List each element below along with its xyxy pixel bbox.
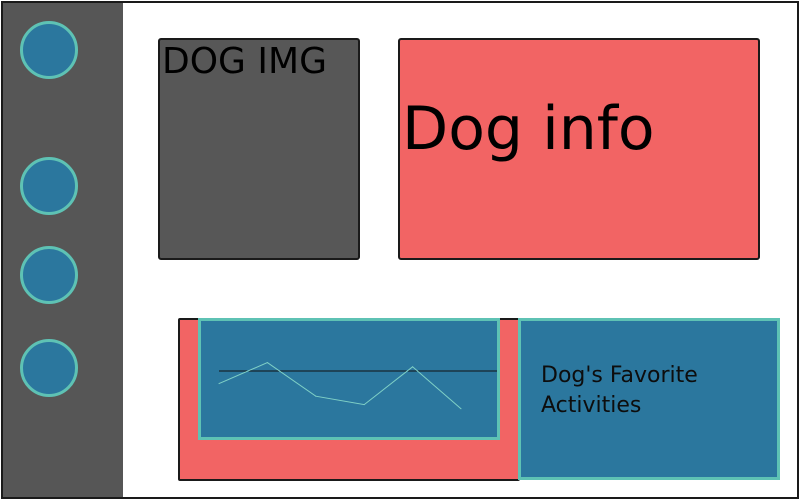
sidebar <box>3 3 123 497</box>
activities-label: Dog's Favorite Activities <box>541 363 698 418</box>
sidebar-item-4[interactable] <box>20 339 78 397</box>
chart-point <box>315 395 317 397</box>
sidebar-item-3[interactable] <box>20 246 78 304</box>
dog-image-label: DOG IMG <box>162 41 327 82</box>
dog-info-label: Dog info <box>402 94 655 164</box>
activities-card[interactable]: Dog's Favorite Activities <box>518 318 780 480</box>
chart-point <box>460 408 462 410</box>
sidebar-item-1[interactable] <box>20 21 78 79</box>
dog-info-panel: Dog info <box>398 38 760 260</box>
chart-point <box>412 366 414 368</box>
chart-series-line <box>218 362 462 410</box>
chart-point <box>218 383 220 385</box>
chart-point <box>266 362 268 364</box>
line-chart <box>218 362 497 410</box>
sidebar-item-2[interactable] <box>20 157 78 215</box>
chart-card <box>198 318 500 440</box>
chart-point <box>363 404 365 406</box>
dog-image-placeholder: DOG IMG <box>158 38 360 260</box>
